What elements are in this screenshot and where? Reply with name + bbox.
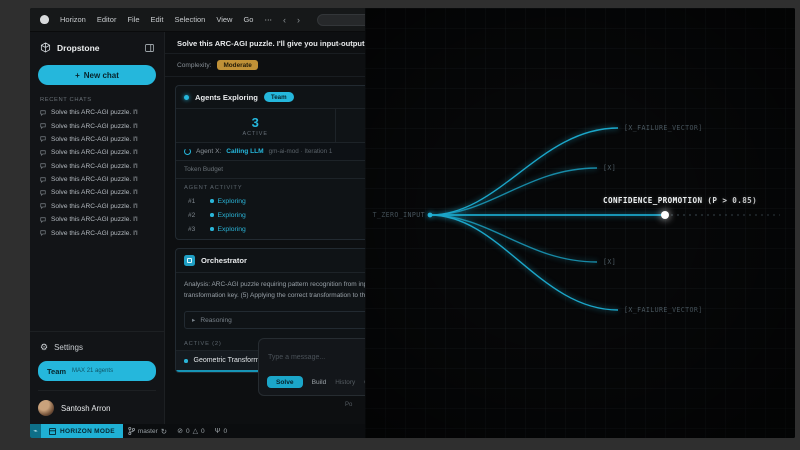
- x-label-bottom: [X]: [603, 258, 616, 266]
- chat-bubble-icon: [40, 163, 46, 169]
- list-item[interactable]: Solve this ARC-AGI puzzle. I'l: [30, 160, 164, 173]
- profile-row[interactable]: Santosh Arron: [38, 390, 156, 416]
- list-item[interactable]: Solve this ARC-AGI puzzle. I'l: [30, 226, 164, 239]
- chevron-right-icon: ▸: [192, 316, 195, 324]
- menu-edit[interactable]: Edit: [151, 15, 164, 24]
- back-icon[interactable]: ‹: [283, 15, 286, 25]
- agent-prefix: Agent X:: [196, 148, 221, 155]
- branch-icon: [128, 427, 135, 435]
- chat-bubble-icon: [40, 217, 46, 223]
- branch-curves: [365, 8, 795, 438]
- chat-bubble-icon: [40, 110, 46, 116]
- chat-bubble-icon: [40, 150, 46, 156]
- confidence-promotion-label: CONFIDENCE_PROMOTION (P > 0.85): [603, 196, 757, 205]
- list-item[interactable]: Solve this ARC-AGI puzzle. I'l: [30, 173, 164, 186]
- error-icon: ⊘: [177, 427, 183, 435]
- chat-bubble-icon: [40, 203, 46, 209]
- forward-icon[interactable]: ›: [297, 15, 300, 25]
- status-dot-icon: [210, 213, 214, 217]
- team-sub-label: MAX 21 agents: [72, 368, 113, 374]
- input-node-label: T_ZERO_INPUT: [365, 211, 425, 219]
- chat-bubble-icon: [40, 123, 46, 129]
- active-label: ACTIVE: [176, 131, 335, 137]
- menu-selection[interactable]: Selection: [174, 15, 205, 24]
- menu-go[interactable]: Go: [243, 15, 253, 24]
- pulse-dot-icon: [184, 95, 189, 100]
- confidence-visualization: T_ZERO_INPUT CONFIDENCE_PROMOTION (P > 0…: [365, 8, 795, 438]
- warning-icon: △: [193, 427, 198, 435]
- problems-indicator[interactable]: ⊘ 0 △ 0: [172, 424, 210, 438]
- chat-bubble-icon: [40, 177, 46, 183]
- orchestrator-title: Orchestrator: [201, 256, 247, 265]
- solve-button[interactable]: Solve: [267, 376, 303, 388]
- complexity-badge: Moderate: [217, 60, 257, 70]
- menu-more[interactable]: ⋯: [264, 15, 272, 24]
- agent-status: Calling LLM: [226, 148, 263, 155]
- new-chat-button[interactable]: + New chat: [38, 65, 156, 85]
- list-item[interactable]: Solve this ARC-AGI puzzle. I'l: [30, 213, 164, 226]
- extra-indicator[interactable]: Ψ 0: [210, 424, 232, 438]
- avatar: [38, 400, 54, 416]
- sidebar-header: Dropstone: [30, 32, 164, 59]
- team-button[interactable]: Team MAX 21 agents: [38, 361, 156, 381]
- plus-icon: +: [75, 71, 80, 80]
- menu-view[interactable]: View: [216, 15, 232, 24]
- agent-meta: gm-ai-mod · Iteration 1: [269, 148, 333, 155]
- orchestrator-icon: [184, 255, 195, 266]
- complexity-label: Complexity:: [177, 62, 211, 69]
- active-stat: 3 ACTIVE: [176, 109, 335, 142]
- footer-hint: Po: [345, 402, 352, 408]
- list-item[interactable]: Solve this ARC-AGI puzzle. I'l: [30, 186, 164, 199]
- apple-icon: [40, 15, 49, 24]
- menu-editor[interactable]: Editor: [97, 15, 117, 24]
- sidebar-item-settings[interactable]: ⚙ Settings: [38, 338, 156, 361]
- active-count: 3: [176, 115, 335, 130]
- panel-toggle-icon[interactable]: [145, 44, 154, 52]
- build-button[interactable]: Build: [312, 379, 327, 386]
- menu-horizon[interactable]: Horizon: [60, 15, 86, 24]
- status-dot-icon: [210, 227, 214, 231]
- team-badge: Team: [264, 92, 294, 102]
- team-label: Team: [47, 367, 66, 376]
- app-window: Horizon Editor File Edit Selection View …: [30, 8, 795, 438]
- new-chat-label: New chat: [84, 71, 119, 80]
- sidebar-footer: ⚙ Settings Team MAX 21 agents Santosh Ar…: [30, 331, 164, 424]
- chat-bubble-icon: [40, 190, 46, 196]
- history-button[interactable]: History: [335, 379, 355, 386]
- recent-chats-list: Solve this ARC-AGI puzzle. I'l Solve thi…: [30, 106, 164, 240]
- failure-vector-label-top: [X_FAILURE_VECTOR]: [624, 124, 703, 132]
- agents-card-title: Agents Exploring: [195, 93, 258, 102]
- gear-icon: ⚙: [40, 342, 48, 353]
- status-dot-icon: [184, 359, 188, 363]
- app-title: Dropstone: [57, 43, 139, 53]
- horizon-mode-indicator[interactable]: HORIZON MODE: [41, 424, 123, 438]
- list-item[interactable]: Solve this ARC-AGI puzzle. I'l: [30, 146, 164, 159]
- composer-buttons: Solve Build History Cla: [267, 376, 374, 388]
- psi-icon: Ψ: [215, 428, 221, 435]
- cube-icon: [40, 42, 51, 53]
- layout-icon: [49, 428, 56, 435]
- sidebar: Dropstone + New chat RECENT CHATS Solve …: [30, 32, 165, 424]
- status-dot-icon: [210, 199, 214, 203]
- menu-file[interactable]: File: [127, 15, 139, 24]
- remote-icon[interactable]: ⌁: [30, 424, 41, 438]
- list-item[interactable]: Solve this ARC-AGI puzzle. I'l: [30, 106, 164, 119]
- chat-bubble-icon: [40, 136, 46, 142]
- x-label-top: [X]: [603, 164, 616, 172]
- list-item[interactable]: Solve this ARC-AGI puzzle. I'l: [30, 200, 164, 213]
- promotion-node: [661, 211, 669, 219]
- sync-icon: ↻: [161, 427, 167, 436]
- failure-vector-label-bottom: [X_FAILURE_VECTOR]: [624, 306, 703, 314]
- list-item[interactable]: Solve this ARC-AGI puzzle. I'l: [30, 119, 164, 132]
- chat-bubble-icon: [40, 230, 46, 236]
- recent-chats-header: RECENT CHATS: [30, 89, 164, 106]
- profile-name: Santosh Arron: [61, 404, 110, 413]
- list-item[interactable]: Solve this ARC-AGI puzzle. I'l: [30, 133, 164, 146]
- spinner-icon: [184, 148, 191, 155]
- git-branch-indicator[interactable]: master ↻: [123, 424, 172, 438]
